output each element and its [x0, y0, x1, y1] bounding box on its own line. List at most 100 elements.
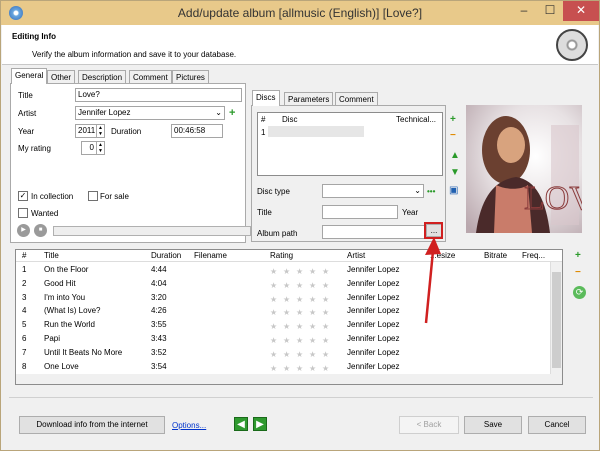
table-row[interactable]: 8 One Love 3:54 Jennifer Lopez ★ ★ ★ ★ ★ — [16, 360, 552, 374]
move-up-icon[interactable]: ▲ — [450, 151, 460, 161]
duration-input[interactable]: 00:46:58 — [171, 124, 223, 138]
star-icon[interactable]: ★ — [270, 266, 283, 277]
save-disk-icon[interactable]: ▣ — [449, 186, 458, 196]
disc-row-num[interactable]: 1 — [261, 128, 265, 137]
year-input[interactable]: 2011 ▲ ▼ — [75, 124, 105, 138]
rating-stars[interactable]: ★★★★★ — [270, 347, 338, 360]
disc-row-selected[interactable] — [268, 126, 364, 137]
tracks-grid[interactable]: # Title Duration Filename Rating Artist … — [15, 249, 563, 385]
table-row[interactable]: 2 Good Hit 4:04 Jennifer Lopez ★ ★ ★ ★ ★ — [16, 277, 552, 291]
col-num[interactable]: # — [22, 251, 26, 260]
table-row[interactable]: 5 Run the World 3:55 Jennifer Lopez ★ ★ ★ ★ ★ — [16, 318, 552, 332]
star-icon[interactable]: ★ — [296, 321, 309, 332]
star-icon[interactable]: ★ — [296, 266, 309, 277]
add-artist-icon[interactable]: + — [229, 108, 235, 119]
star-icon[interactable]: ★ — [270, 280, 283, 291]
table-row[interactable]: 4 (What Is) Love? 4:26 Jennifer Lopez ★ ★ ★ ★ ★ — [16, 304, 552, 318]
star-icon[interactable]: ★ — [270, 335, 283, 346]
previous-arrow-icon[interactable]: ◀ — [234, 417, 248, 431]
star-icon[interactable]: ★ — [270, 307, 283, 318]
star-icon[interactable]: ★ — [309, 266, 322, 277]
star-icon[interactable]: ★ — [283, 307, 296, 318]
wanted-checkbox[interactable] — [18, 208, 28, 218]
star-icon[interactable]: ★ — [283, 363, 296, 374]
minimize-button[interactable]: – — [511, 1, 537, 21]
star-icon[interactable]: ★ — [283, 294, 296, 305]
add-track-icon[interactable]: + — [575, 251, 581, 261]
cancel-button[interactable]: Cancel — [528, 416, 586, 434]
star-icon[interactable]: ★ — [322, 266, 335, 277]
rating-stars[interactable]: ★★★★★ — [270, 361, 338, 374]
stop-icon[interactable]: ■ — [34, 224, 47, 237]
rating-stars[interactable]: ★★★★★ — [270, 264, 338, 277]
star-icon[interactable]: ★ — [270, 321, 283, 332]
star-icon[interactable]: ★ — [309, 363, 322, 374]
tab-disc-comment[interactable]: Comment — [335, 92, 378, 105]
col-filename[interactable]: Filename — [194, 251, 227, 260]
star-icon[interactable]: ★ — [309, 349, 322, 360]
save-button[interactable]: Save — [464, 416, 522, 434]
star-icon[interactable]: ★ — [296, 363, 309, 374]
tab-general[interactable]: General — [11, 68, 48, 84]
star-icon[interactable]: ★ — [309, 280, 322, 291]
star-icon[interactable]: ★ — [322, 363, 335, 374]
star-icon[interactable]: ★ — [296, 335, 309, 346]
rating-stars[interactable]: ★★★★★ — [270, 333, 338, 346]
disc-type-combo[interactable]: ⌄ — [322, 184, 424, 198]
year-spinner-icon[interactable]: ▲ ▼ — [96, 125, 104, 137]
remove-track-icon[interactable]: − — [575, 268, 581, 278]
playback-slider[interactable] — [53, 226, 251, 236]
for-sale-checkbox[interactable] — [88, 191, 98, 201]
options-link[interactable]: Options... — [172, 421, 206, 430]
star-icon[interactable]: ★ — [309, 294, 322, 305]
col-duration[interactable]: Duration — [151, 251, 181, 260]
scroll-thumb[interactable] — [552, 272, 561, 368]
col-frequency[interactable]: Freq... — [522, 251, 545, 260]
star-icon[interactable]: ★ — [270, 363, 283, 374]
next-arrow-icon[interactable]: ▶ — [253, 417, 267, 431]
star-icon[interactable]: ★ — [296, 294, 309, 305]
back-button[interactable]: < Back — [399, 416, 459, 434]
table-row[interactable]: 1 On the Floor 4:44 Jennifer Lopez ★ ★ ★ ★ ★ — [16, 263, 552, 277]
refresh-tracks-icon[interactable]: ⟳ — [573, 286, 586, 299]
star-icon[interactable]: ★ — [296, 307, 309, 318]
move-down-icon[interactable]: ▼ — [450, 168, 460, 178]
star-icon[interactable]: ★ — [270, 349, 283, 360]
star-icon[interactable]: ★ — [322, 335, 335, 346]
star-icon[interactable]: ★ — [283, 280, 296, 291]
rating-stars[interactable]: ★★★★★ — [270, 319, 338, 332]
star-icon[interactable]: ★ — [322, 294, 335, 305]
star-icon[interactable]: ★ — [283, 266, 296, 277]
add-disc-icon[interactable]: + — [450, 115, 456, 125]
rating-spinner-icon[interactable]: ▲ ▼ — [96, 142, 104, 154]
table-row[interactable]: 3 I'm into You 3:20 Jennifer Lopez ★ ★ ★ ★ ★ — [16, 291, 552, 305]
star-icon[interactable]: ★ — [296, 349, 309, 360]
star-icon[interactable]: ★ — [322, 280, 335, 291]
download-info-button[interactable]: Download info from the internet — [19, 416, 165, 434]
in-collection-checkbox[interactable]: ✓ — [18, 191, 28, 201]
rating-stars[interactable]: ★★★★★ — [270, 278, 338, 291]
star-icon[interactable]: ★ — [309, 335, 322, 346]
maximize-button[interactable]: ☐ — [537, 1, 563, 21]
star-icon[interactable]: ★ — [270, 294, 283, 305]
col-bitrate[interactable]: Bitrate — [484, 251, 507, 260]
rating-input[interactable]: 0 ▲ ▼ — [81, 141, 105, 155]
album-path-input[interactable] — [322, 225, 425, 239]
album-cover-image[interactable]: LOVE — [466, 105, 582, 233]
star-icon[interactable]: ★ — [283, 321, 296, 332]
table-row[interactable]: 6 Papi 3:43 Jennifer Lopez ★ ★ ★ ★ ★ — [16, 332, 552, 346]
tracks-vertical-scrollbar[interactable] — [550, 262, 562, 384]
table-row[interactable]: 7 Until It Beats No More 3:52 Jennifer Lope… — [16, 346, 552, 360]
tracks-horizontal-scrollbar[interactable] — [16, 374, 552, 384]
tab-parameters[interactable]: Parameters — [284, 92, 334, 105]
remove-disc-icon[interactable]: − — [450, 131, 456, 141]
close-button[interactable]: ✕ — [563, 1, 599, 21]
more-options-icon[interactable]: ••• — [427, 187, 435, 196]
star-icon[interactable]: ★ — [296, 280, 309, 291]
tab-other[interactable]: Other — [47, 70, 76, 83]
star-icon[interactable]: ★ — [309, 321, 322, 332]
rating-stars[interactable]: ★★★★★ — [270, 292, 338, 305]
star-icon[interactable]: ★ — [322, 307, 335, 318]
tab-discs[interactable]: Discs — [252, 90, 280, 106]
tab-pictures[interactable]: Pictures — [172, 70, 209, 83]
